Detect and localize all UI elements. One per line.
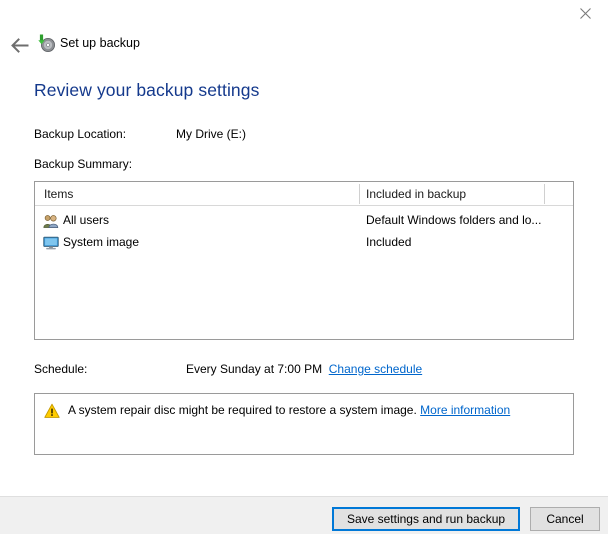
schedule-value: Every Sunday at 7:00 PM (186, 362, 323, 376)
backup-location-row: Backup Location: My Drive (E:) (34, 127, 246, 141)
close-icon (580, 7, 591, 19)
back-arrow-icon (10, 37, 28, 53)
schedule-label: Schedule: (34, 362, 88, 376)
backup-summary-table[interactable]: Items Included in backup All users Defau… (34, 181, 574, 340)
backup-disc-icon (36, 33, 56, 53)
column-header-items[interactable]: Items (44, 187, 73, 201)
schedule-row: Schedule: Every Sunday at 7:00 PM Change … (34, 362, 422, 376)
table-header-row: Items Included in backup (35, 182, 573, 206)
back-button[interactable] (8, 33, 32, 57)
title-bar (0, 0, 608, 26)
warning-panel: A system repair disc might be required t… (34, 393, 574, 455)
more-information-link[interactable]: More information (420, 403, 510, 417)
row-included-label: Default Windows folders and lo... (366, 213, 542, 227)
row-item-cell: All users (43, 212, 109, 229)
table-row[interactable]: System image Included (35, 233, 573, 252)
column-divider[interactable] (359, 184, 360, 204)
column-header-included[interactable]: Included in backup (366, 187, 466, 201)
users-icon (43, 214, 59, 228)
cancel-button[interactable]: Cancel (530, 507, 600, 531)
backup-location-label: Backup Location: (34, 127, 127, 141)
monitor-icon (43, 236, 59, 249)
warning-triangle-icon (44, 403, 60, 418)
warning-message: A system repair disc might be required t… (68, 403, 417, 417)
warning-text: A system repair disc might be required t… (68, 402, 510, 418)
change-schedule-link[interactable]: Change schedule (329, 362, 422, 376)
save-settings-and-run-backup-button[interactable]: Save settings and run backup (332, 507, 520, 531)
warning-content: A system repair disc might be required t… (44, 402, 510, 419)
backup-summary-label: Backup Summary: (34, 157, 133, 171)
wizard-title: Set up backup (60, 36, 140, 50)
column-divider[interactable] (544, 184, 545, 204)
wizard-header: Set up backup (0, 28, 608, 62)
row-item-cell: System image (43, 234, 139, 251)
row-included-label: Included (366, 235, 412, 249)
backup-location-value: My Drive (E:) (176, 127, 246, 141)
row-item-label: All users (63, 213, 110, 227)
table-row[interactable]: All users Default Windows folders and lo… (35, 211, 573, 230)
close-button[interactable] (563, 0, 608, 26)
page-title: Review your backup settings (34, 80, 260, 100)
row-item-label: System image (63, 235, 140, 249)
